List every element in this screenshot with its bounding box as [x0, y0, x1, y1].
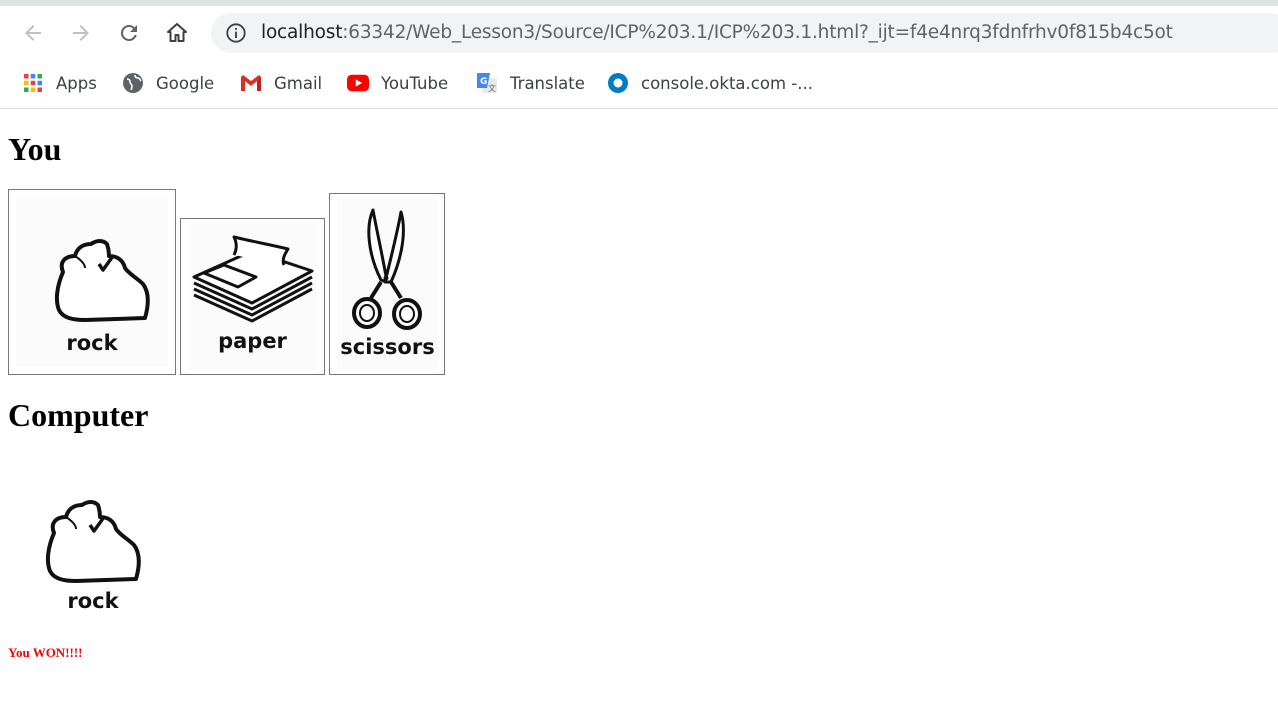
scissors-card: scissors [337, 198, 438, 370]
svg-text:文: 文 [488, 83, 496, 93]
address-bar[interactable]: localhost:63342/Web_Lesson3/Source/ICP%2… [211, 13, 1278, 53]
bookmark-okta[interactable]: console.okta.com -... [607, 70, 813, 96]
gmail-icon [240, 72, 262, 94]
apps-grid-icon [22, 72, 44, 94]
computer-choice: rock [28, 489, 158, 619]
bookmark-label: Google [156, 73, 215, 93]
arrow-left-icon [25, 25, 41, 41]
bookmark-label: YouTube [381, 73, 449, 93]
scissors-icon [352, 208, 422, 330]
home-icon [167, 23, 187, 42]
scissors-label: scissors [340, 335, 435, 359]
bookmark-gmail[interactable]: Gmail [240, 70, 322, 96]
bookmark-google[interactable]: Google [122, 70, 214, 96]
url-path: :63342/Web_Lesson3/Source/ICP%203.1/ICP%… [342, 22, 1173, 43]
paper-icon [192, 235, 314, 323]
okta-icon [607, 72, 629, 94]
forward-button[interactable] [66, 18, 96, 48]
youtube-icon [347, 72, 369, 94]
bookmark-translate[interactable]: G文 Translate [476, 70, 585, 96]
bookmarks-bar: Apps Google Gmail YouTube G文 Translate c… [0, 60, 1278, 109]
browser-toolbar: localhost:63342/Web_Lesson3/Source/ICP%2… [0, 6, 1278, 60]
bookmark-label: Translate [510, 73, 585, 93]
globe-icon [122, 72, 144, 94]
info-icon [226, 23, 246, 43]
page-content: You rock paper scissors Computer rock Yo… [0, 109, 1278, 710]
rock-label: rock [66, 331, 118, 355]
computer-choice-label: rock [67, 589, 119, 613]
result-message: You WON!!!! [8, 645, 83, 660]
player-heading: You [8, 131, 62, 167]
url-host: localhost [261, 22, 343, 43]
bookmark-youtube[interactable]: YouTube [347, 70, 448, 96]
computer-heading: Computer [8, 397, 149, 433]
bookmark-label: console.okta.com -... [641, 73, 813, 93]
arrow-right-icon [73, 25, 89, 41]
rock-choice-button[interactable]: rock [8, 189, 176, 375]
scissors-choice-button[interactable]: scissors [329, 193, 445, 375]
home-button[interactable] [162, 18, 192, 48]
rock-icon [54, 239, 150, 322]
reload-button[interactable] [114, 18, 144, 48]
paper-label: paper [218, 329, 287, 353]
back-button[interactable] [18, 18, 48, 48]
paper-choice-button[interactable]: paper [180, 218, 325, 375]
bookmark-label: Gmail [274, 73, 323, 93]
svg-text:G: G [480, 77, 487, 87]
reload-icon [120, 24, 137, 41]
bookmark-label: Apps [56, 73, 97, 93]
translate-icon: G文 [476, 72, 498, 94]
rock-icon [45, 500, 141, 583]
paper-card: paper [188, 223, 317, 370]
rock-card: rock [16, 197, 168, 367]
bookmark-apps[interactable]: Apps [22, 70, 97, 96]
url-text: localhost:63342/Web_Lesson3/Source/ICP%2… [261, 22, 1173, 43]
